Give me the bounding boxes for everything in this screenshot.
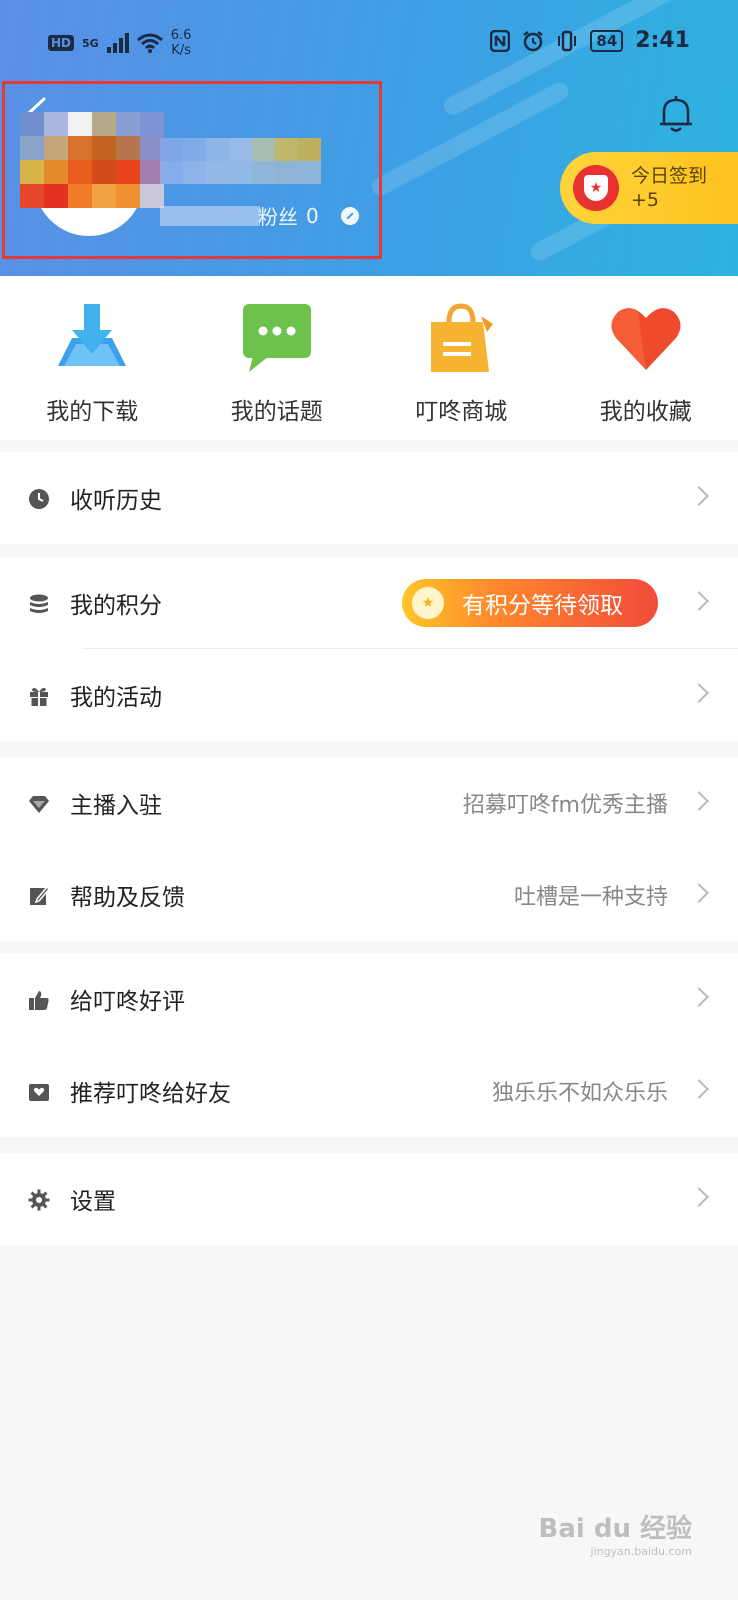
vibrate-icon	[558, 30, 577, 51]
menu-group-settings: 设置	[0, 1153, 738, 1245]
share-heart-icon	[29, 1084, 49, 1101]
menu-hint: 招募叮咚fm优秀主播	[462, 793, 668, 818]
checkin-reward: +5	[631, 189, 660, 211]
menu-label: 推荐叮咚给好友	[70, 1081, 231, 1107]
points-badge[interactable]: ★ 有积分等待领取	[402, 579, 658, 627]
menu-label: 设置	[70, 1189, 116, 1215]
status-bar: HD 5G 6.6 K/s 84 2:41	[0, 0, 738, 84]
quick-actions: 我的下载 我的话题 叮咚商城 我的收藏	[0, 276, 738, 440]
menu-label: 帮助及反馈	[70, 885, 185, 911]
highlight-box	[2, 81, 382, 259]
chevron-right-icon	[689, 883, 709, 903]
menu-group-history: 收听历史	[0, 452, 738, 544]
edit-note-icon	[30, 885, 50, 905]
checkin-button[interactable]: ★ 今日签到 +5	[560, 152, 738, 224]
alarm-icon	[523, 30, 544, 51]
menu-label: 主播入驻	[70, 793, 162, 819]
wifi-icon	[136, 33, 163, 53]
clock-icon	[29, 489, 49, 509]
shield-star-icon: ★	[412, 587, 444, 619]
signal-label: 5G	[82, 36, 99, 50]
quick-action-favorites[interactable]: 我的收藏	[554, 276, 738, 440]
menu-group-anchor: 主播入驻 招募叮咚fm优秀主播 帮助及反馈 吐槽是一种支持	[0, 757, 738, 941]
menu-group-share: 给叮咚好评 推荐叮咚给好友 独乐乐不如众乐乐	[0, 953, 738, 1137]
chevron-right-icon	[689, 683, 709, 703]
diamond-icon	[29, 796, 49, 813]
chat-bubble-icon	[242, 304, 311, 372]
menu-item-history[interactable]: 收听历史	[0, 452, 738, 544]
heart-icon	[611, 308, 681, 370]
menu-item-settings[interactable]: 设置	[0, 1153, 738, 1245]
download-icon	[58, 304, 127, 366]
quick-action-topics[interactable]: 我的话题	[185, 276, 370, 440]
menu-group-points: 我的积分 ★ 有积分等待领取 我的活动	[0, 557, 738, 741]
gear-icon	[28, 1189, 50, 1211]
gift-icon	[30, 687, 48, 706]
coins-icon	[30, 594, 48, 613]
quick-action-downloads[interactable]: 我的下载	[0, 276, 185, 440]
checkin-title: 今日签到	[631, 165, 708, 187]
menu-item-points[interactable]: 我的积分 ★ 有积分等待领取	[0, 557, 738, 649]
menu-item-activities[interactable]: 我的活动	[0, 649, 738, 741]
nfc-icon	[490, 29, 511, 52]
battery-icon: 84	[590, 29, 624, 52]
chevron-right-icon	[689, 486, 709, 506]
chevron-right-icon	[689, 1079, 709, 1099]
menu-hint: 吐槽是一种支持	[513, 885, 668, 910]
menu-item-recommend[interactable]: 推荐叮咚给好友 独乐乐不如众乐乐	[0, 1045, 738, 1137]
watermark: Bai du 经验 jingyan.baidu.com	[538, 1514, 693, 1558]
menu-item-review[interactable]: 给叮咚好评	[0, 953, 738, 1045]
menu-hint: 独乐乐不如众乐乐	[491, 1081, 668, 1106]
network-speed: 6.6 K/s	[170, 28, 192, 58]
chevron-right-icon	[689, 987, 709, 1007]
menu-label: 给叮咚好评	[70, 989, 185, 1015]
quick-action-label: 我的下载	[46, 399, 139, 425]
chevron-right-icon	[689, 1187, 709, 1207]
profile-header: HD 5G 6.6 K/s 84 2:41 粉丝 0 ★ 今日签到 +5	[0, 0, 738, 276]
quick-action-store[interactable]: 叮咚商城	[369, 276, 554, 440]
checkin-badge-icon: ★	[573, 165, 619, 211]
menu-label: 收听历史	[70, 488, 162, 514]
quick-action-label: 叮咚商城	[415, 399, 508, 425]
quick-action-label: 我的话题	[230, 399, 323, 425]
bell-icon[interactable]	[654, 92, 698, 136]
menu-label: 我的积分	[70, 593, 162, 619]
quick-action-label: 我的收藏	[599, 399, 692, 425]
clock: 2:41	[635, 28, 690, 53]
thumbs-up-icon	[29, 991, 49, 1010]
chevron-right-icon	[689, 791, 709, 811]
shopping-bag-icon	[431, 303, 494, 372]
menu-item-feedback[interactable]: 帮助及反馈 吐槽是一种支持	[0, 849, 738, 941]
points-badge-text: 有积分等待领取	[462, 593, 623, 619]
chevron-right-icon	[689, 591, 709, 611]
signal-icon	[106, 33, 129, 53]
menu-label: 我的活动	[70, 685, 162, 711]
hd-badge: HD	[48, 35, 75, 51]
menu-item-anchor[interactable]: 主播入驻 招募叮咚fm优秀主播	[0, 757, 738, 849]
